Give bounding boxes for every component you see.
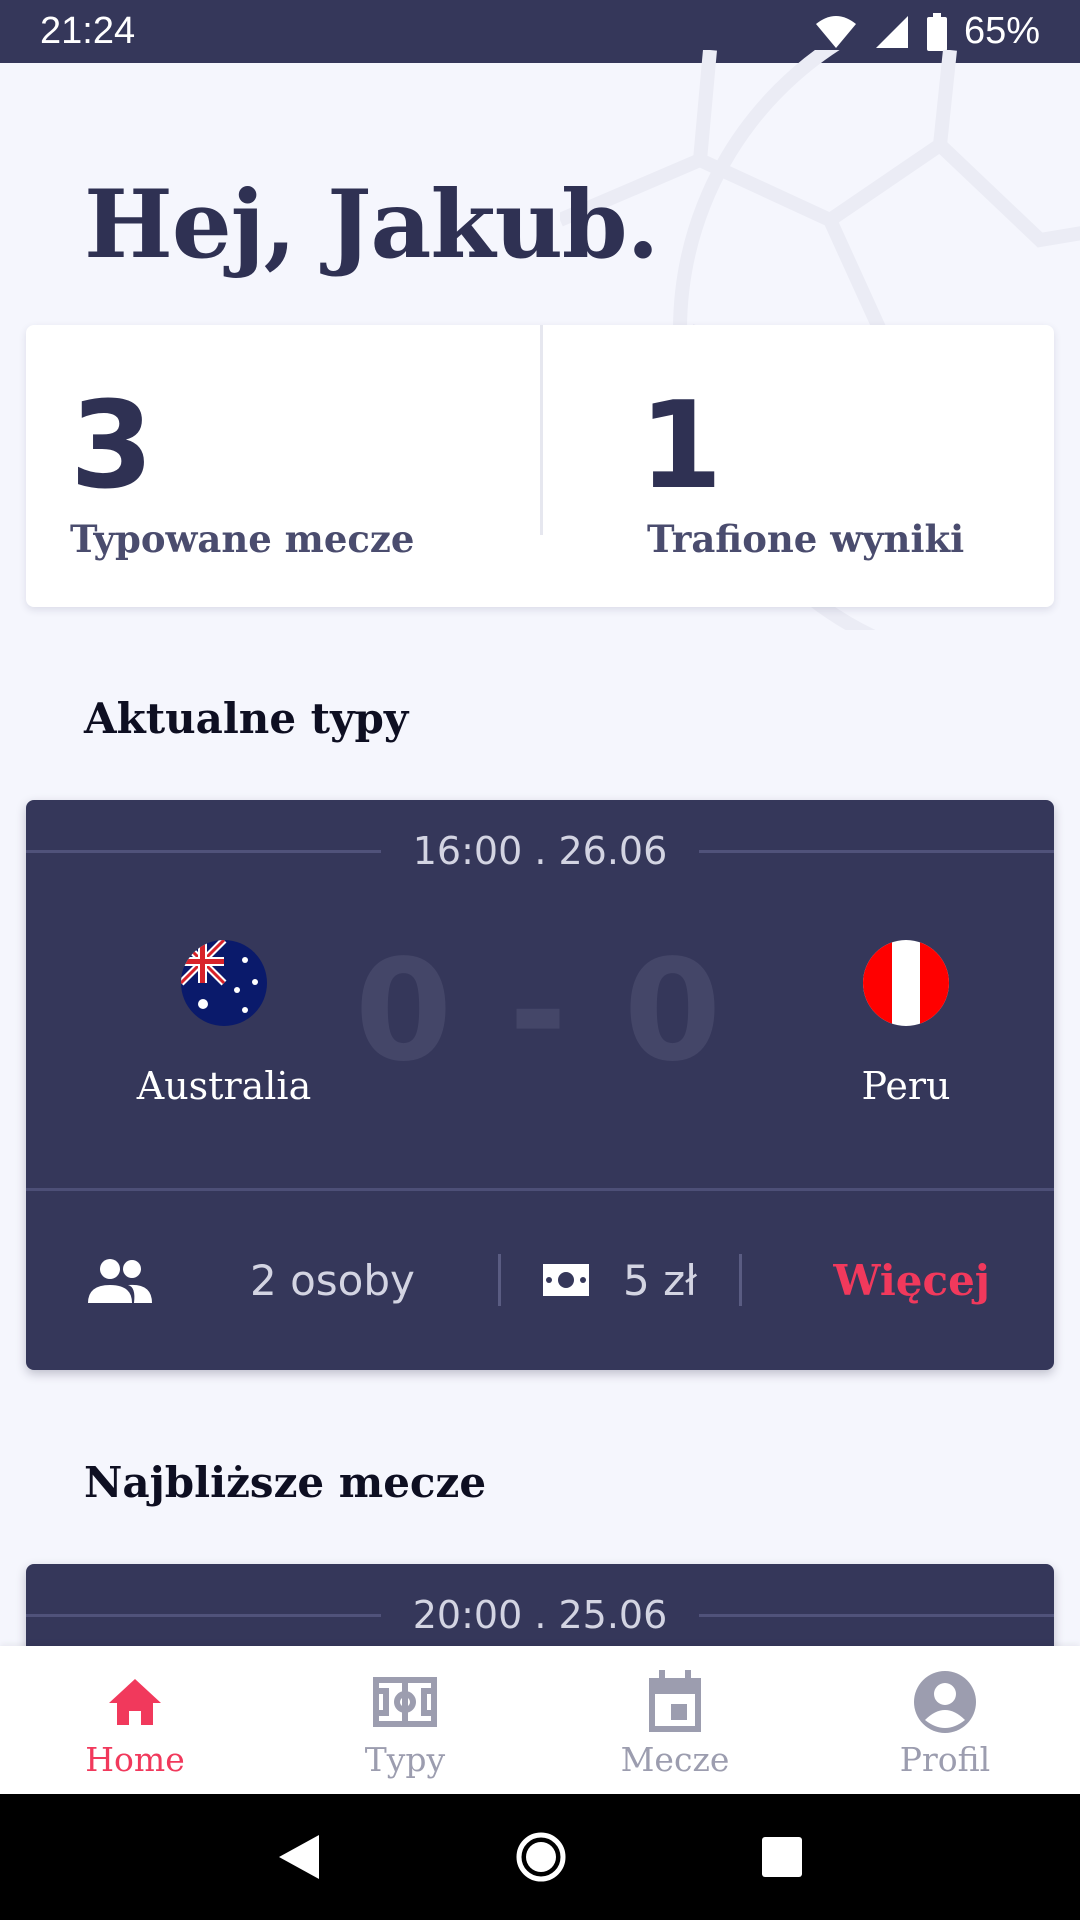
money-icon [543, 1264, 589, 1296]
nav-profil[interactable]: Profil [810, 1646, 1080, 1794]
pitch-icon [373, 1670, 437, 1734]
greeting-title: Hej, Jakub. [84, 170, 659, 280]
stake: 5 zł [543, 1256, 739, 1305]
home-icon [103, 1670, 167, 1734]
battery-percent: 65% [963, 10, 1040, 52]
separator [739, 1254, 742, 1306]
nav-typy[interactable]: Typy [270, 1646, 540, 1794]
away-team-name: Peru [861, 1064, 951, 1108]
back-icon[interactable] [277, 1833, 321, 1881]
stat-typed-matches: 3 Typowane mecze [26, 325, 540, 607]
nav-label: Typy [364, 1740, 446, 1779]
nav-mecze[interactable]: Mecze [540, 1646, 810, 1794]
nav-label: Mecze [620, 1740, 730, 1779]
nav-label: Profil [899, 1740, 991, 1779]
section-title-upcoming: Najbliższe mecze [84, 1458, 487, 1507]
battery-icon [926, 12, 947, 51]
bottom-navigation: Home Typy Mecze Profil [0, 1646, 1080, 1794]
separator [498, 1254, 501, 1306]
signal-icon [875, 15, 908, 48]
home-button-icon[interactable] [515, 1831, 567, 1883]
status-time: 21:24 [40, 10, 136, 52]
system-navigation-bar [0, 1794, 1080, 1920]
tip-details-row: 2 osoby 5 zł Więcej [26, 1220, 1054, 1340]
match-time: 16:00 . 26.06 [26, 826, 1054, 876]
card-divider [26, 1188, 1054, 1191]
participants-count: 2 osoby [250, 1255, 415, 1305]
account-icon [913, 1670, 977, 1734]
peru-flag-icon [863, 940, 949, 1026]
calendar-icon [643, 1670, 707, 1734]
status-icons: 65% [814, 10, 1040, 53]
match-time: 20:00 . 25.06 [26, 1590, 1054, 1640]
nav-home[interactable]: Home [0, 1646, 270, 1794]
stat-value: 1 [639, 377, 723, 516]
stat-label: Typowane mecze [70, 517, 415, 561]
section-title-current-tips: Aktualne typy [84, 694, 409, 743]
stat-label: Trafione wyniki [647, 517, 965, 561]
wifi-icon [815, 15, 856, 48]
nav-label: Home [85, 1740, 185, 1779]
stat-correct-scores: 1 Trafione wyniki [540, 325, 1054, 561]
away-team: Peru [776, 940, 1036, 1108]
stat-value: 3 [70, 377, 154, 516]
more-button[interactable]: Więcej [833, 1256, 990, 1305]
stake-amount: 5 zł [623, 1255, 698, 1305]
current-tip-card[interactable]: 16:00 . 26.06 Australia 0 - 0 Peru 2 oso… [26, 800, 1054, 1370]
stats-card: 3 Typowane mecze 1 Trafione wyniki [26, 325, 1054, 607]
people-icon [88, 1259, 152, 1303]
participants: 2 osoby [88, 1256, 498, 1305]
recents-icon[interactable] [761, 1836, 803, 1878]
